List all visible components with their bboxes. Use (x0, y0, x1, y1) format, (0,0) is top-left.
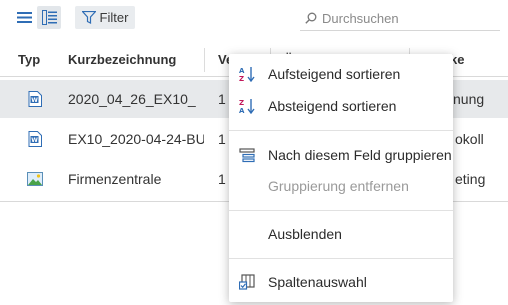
cell-col3: 1 (218, 131, 226, 147)
toolbar: Filter Durchsuchen (0, 0, 508, 38)
sort-ascending-icon: A Z (239, 67, 255, 82)
svg-text:A: A (239, 107, 245, 114)
menu-item-label: Spaltenauswahl (268, 274, 367, 290)
column-context-menu: A Z Aufsteigend sortieren Z A Absteigend… (229, 54, 453, 302)
menu-item-label: Aufsteigend sortieren (268, 66, 401, 82)
word-document-icon: W (28, 131, 42, 147)
menu-item-remove-grouping: Gruppierung entfernen (229, 171, 453, 201)
menu-item-label: Nach diesem Feld gruppieren (268, 147, 452, 163)
svg-text:Z: Z (239, 75, 244, 82)
svg-text:A: A (239, 67, 245, 75)
cell-col3: 1 (218, 91, 226, 107)
search-placeholder: Durchsuchen (322, 10, 399, 26)
column-header-kurzbezeichnung[interactable]: Kurzbezeichnung (68, 52, 176, 67)
cell-col3: 1 (218, 171, 226, 187)
sort-descending-icon: Z A (239, 99, 255, 114)
menu-item-hide[interactable]: Ausblenden (229, 219, 453, 249)
filter-label: Filter (99, 10, 129, 25)
cell-col5: okoll (455, 131, 484, 147)
menu-item-label: Gruppierung entfernen (268, 178, 409, 194)
menu-item-column-selection[interactable]: Spaltenauswahl (229, 267, 453, 297)
search-input[interactable]: Durchsuchen (300, 6, 500, 31)
cell-col5: nung (453, 91, 485, 107)
cell-kurzbezeichnung: 2020_04_26_EX10_ (68, 91, 196, 107)
menu-separator (229, 258, 453, 259)
cell-col5: eting (455, 171, 486, 187)
column-resize-handle[interactable] (204, 48, 205, 72)
cell-kurzbezeichnung: EX10_2020-04-24-BU (68, 131, 204, 147)
menu-item-label: Absteigend sortieren (268, 98, 397, 114)
menu-item-sort-descending[interactable]: Z A Absteigend sortieren (229, 91, 453, 121)
menu-item-sort-ascending[interactable]: A Z Aufsteigend sortieren (229, 59, 453, 89)
column-header-typ[interactable]: Typ (18, 52, 40, 67)
menu-separator (229, 130, 453, 131)
menu-item-group-by-field[interactable]: Nach diesem Feld gruppieren (229, 140, 453, 170)
detail-list-icon (41, 10, 57, 25)
detail-view-button[interactable] (37, 6, 61, 29)
list-icon (17, 12, 32, 23)
column-selection-icon (239, 274, 255, 290)
filter-button[interactable]: Filter (75, 6, 135, 29)
search-icon (305, 12, 317, 24)
word-document-icon: W (28, 91, 42, 107)
list-view-button[interactable] (14, 6, 35, 29)
image-file-icon (27, 172, 43, 186)
svg-text:W: W (31, 97, 38, 104)
svg-text:Z: Z (239, 99, 244, 107)
svg-text:W: W (31, 137, 38, 144)
cell-kurzbezeichnung: Firmenzentrale (68, 171, 162, 187)
group-icon (239, 148, 255, 163)
menu-separator (229, 210, 453, 211)
menu-item-label: Ausblenden (268, 226, 342, 242)
filter-icon (81, 11, 96, 24)
